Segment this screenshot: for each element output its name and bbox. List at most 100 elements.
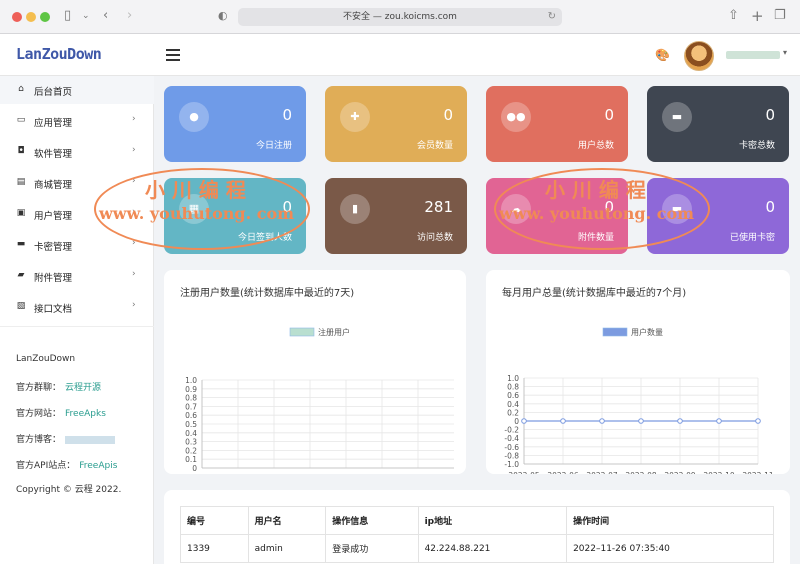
watermark-title-right: 小 川 编 程 (545, 178, 646, 202)
sidebar-item-label: 商城管理 (34, 180, 73, 191)
chevron-right-icon: › (132, 114, 136, 124)
address-bar[interactable]: 不安全 — zou.koicms.com ↻ (238, 8, 562, 26)
sidebar-item-1[interactable]: ▭ 应用管理 › (0, 107, 154, 135)
chevron-down-icon[interactable]: ▾ (783, 48, 787, 57)
stat-value: 281 (424, 198, 453, 216)
chevron-right-icon: › (132, 300, 136, 310)
info-key: 官方博客： (16, 435, 62, 445)
column-header[interactable]: 操作信息 (325, 506, 419, 535)
close-window-button[interactable] (12, 12, 22, 22)
chart-legend[interactable]: 注册用户 (289, 327, 350, 337)
info-link[interactable]: FreeApks (65, 409, 106, 419)
x-tick-label: 2022-09 (664, 471, 696, 474)
data-point[interactable] (638, 418, 644, 424)
sidebar-item-label: 软件管理 (34, 149, 73, 160)
y-tick-label: 0.5 (185, 420, 197, 429)
divider (0, 326, 154, 327)
data-point[interactable] (755, 418, 761, 424)
stat-label: 卡密总数 (738, 141, 775, 151)
table-cell: 登录成功 (325, 534, 419, 563)
info-key: 官方API站点： (16, 461, 76, 471)
info-link[interactable]: 云程开源 (65, 383, 101, 393)
data-point[interactable] (560, 418, 566, 424)
y-tick-label: 0.9 (185, 385, 197, 394)
username-redacted[interactable] (726, 51, 780, 59)
y-tick-label: 0.1 (185, 455, 197, 464)
minimize-window-button[interactable] (26, 12, 36, 22)
stat-tile: ● 0 今日注册 (164, 86, 306, 162)
share-icon[interactable]: ⇧ (728, 8, 739, 24)
reload-icon[interactable]: ↻ (548, 8, 556, 26)
stat-label: 访问总数 (416, 233, 453, 243)
stat-label: 今日注册 (255, 141, 292, 151)
user-plus-icon: ✚ (340, 102, 370, 132)
column-header[interactable]: 操作时间 (566, 506, 774, 535)
y-tick-label: 0.4 (185, 429, 197, 438)
y-tick-label: 0.8 (185, 394, 197, 403)
avatar[interactable] (684, 41, 714, 71)
sidebar-item-label: 用户管理 (34, 211, 73, 222)
data-point[interactable] (677, 418, 683, 424)
sidebar-item-0[interactable]: ⌂ 后台首页 (0, 76, 154, 104)
laptop-icon: ▭ (16, 115, 26, 125)
sidebar-brand: LanZouDown (16, 354, 76, 364)
y-tick-label: 0.6 (185, 411, 197, 420)
user-icon: ● (179, 102, 209, 132)
data-point[interactable] (716, 418, 722, 424)
watermark-url-right: www. youhutong. com (499, 204, 695, 223)
stat-tile: ●● 0 用户总数 (486, 86, 628, 162)
data-point[interactable] (599, 418, 605, 424)
sidebar-toggle-icon[interactable]: ▯ (64, 8, 71, 24)
info-key: 官方网站： (16, 409, 62, 419)
menu-toggle-icon[interactable] (166, 49, 180, 61)
shield-icon[interactable]: ◐ (218, 8, 228, 24)
tabs-overview-icon[interactable]: ❐ (774, 8, 786, 24)
table-cell: 1339 (180, 534, 249, 563)
stat-label: 用户总数 (577, 141, 614, 151)
sidebar-item-label: 后台首页 (34, 87, 73, 98)
back-icon[interactable]: ‹ (103, 8, 108, 24)
stat-value: 0 (765, 198, 775, 216)
chevron-down-icon[interactable]: ⌄ (82, 8, 90, 24)
forward-icon[interactable]: › (127, 8, 132, 24)
stat-label: 会员数量 (416, 141, 453, 151)
sidebar: ⌂ 后台首页 ▭ 应用管理 › ◘ 软件管理 › ▤ 商城管理 › ▣ 用户管理 › ▬ 卡密管理 › ▰ 附件管理… (0, 76, 154, 564)
sidebar-item-6[interactable]: ▰ 附件管理 › (0, 262, 154, 290)
palette-icon[interactable]: 🎨 (655, 48, 670, 62)
log-table: 编号 用户名 操作信息 ip地址 操作时间 1339 admin 登录成功 42.224.88… (180, 506, 774, 563)
x-tick-label: 2022-05 (508, 471, 540, 474)
chart-legend[interactable]: 用户数量 (602, 327, 663, 337)
card-icon: ▬ (16, 239, 26, 249)
table-cell: 42.224.88.221 (417, 534, 568, 563)
store-icon: ▤ (16, 177, 26, 187)
new-tab-icon[interactable]: + (751, 8, 764, 24)
info-link[interactable]: FreeApis (79, 461, 117, 471)
stat-value: 0 (604, 106, 614, 124)
x-tick-label: 2022-07 (586, 471, 618, 474)
sidebar-info-row: 官方网站： FreeApks (16, 406, 106, 419)
logo[interactable]: LanZouDown (16, 45, 102, 63)
card-icon: ▬ (662, 102, 692, 132)
y-tick-label: 0.7 (185, 402, 197, 411)
sidebar-info-row: 官方群聊： 云程开源 (16, 380, 101, 393)
sidebar-item-label: 应用管理 (34, 118, 73, 129)
stat-tile: ▮ 281 访问总数 (325, 178, 467, 254)
y-tick-label: 0.3 (185, 438, 197, 447)
column-header[interactable]: ip地址 (417, 506, 568, 535)
column-header[interactable]: 编号 (180, 506, 249, 535)
column-header[interactable]: 用户名 (247, 506, 327, 535)
zoom-window-button[interactable] (40, 12, 50, 22)
info-key: 官方群聊： (16, 383, 62, 393)
bar-chart-icon: ▮ (340, 194, 370, 224)
x-tick-label: 2022-11 (742, 471, 774, 474)
chevron-right-icon: › (132, 269, 136, 279)
stat-value: 0 (282, 106, 292, 124)
folder-icon: ▰ (17, 270, 25, 280)
sidebar-item-7[interactable]: ▧ 接口文档 › (0, 293, 154, 321)
chevron-right-icon: › (132, 145, 136, 155)
data-point[interactable] (521, 418, 527, 424)
table-row[interactable]: 1339 admin 登录成功 42.224.88.221 2022–11-26 07:… (180, 534, 774, 563)
sidebar-item-2[interactable]: ◘ 软件管理 › (0, 138, 154, 166)
y-tick-label: 0.2 (185, 446, 197, 455)
legend-label: 用户数量 (631, 327, 663, 337)
